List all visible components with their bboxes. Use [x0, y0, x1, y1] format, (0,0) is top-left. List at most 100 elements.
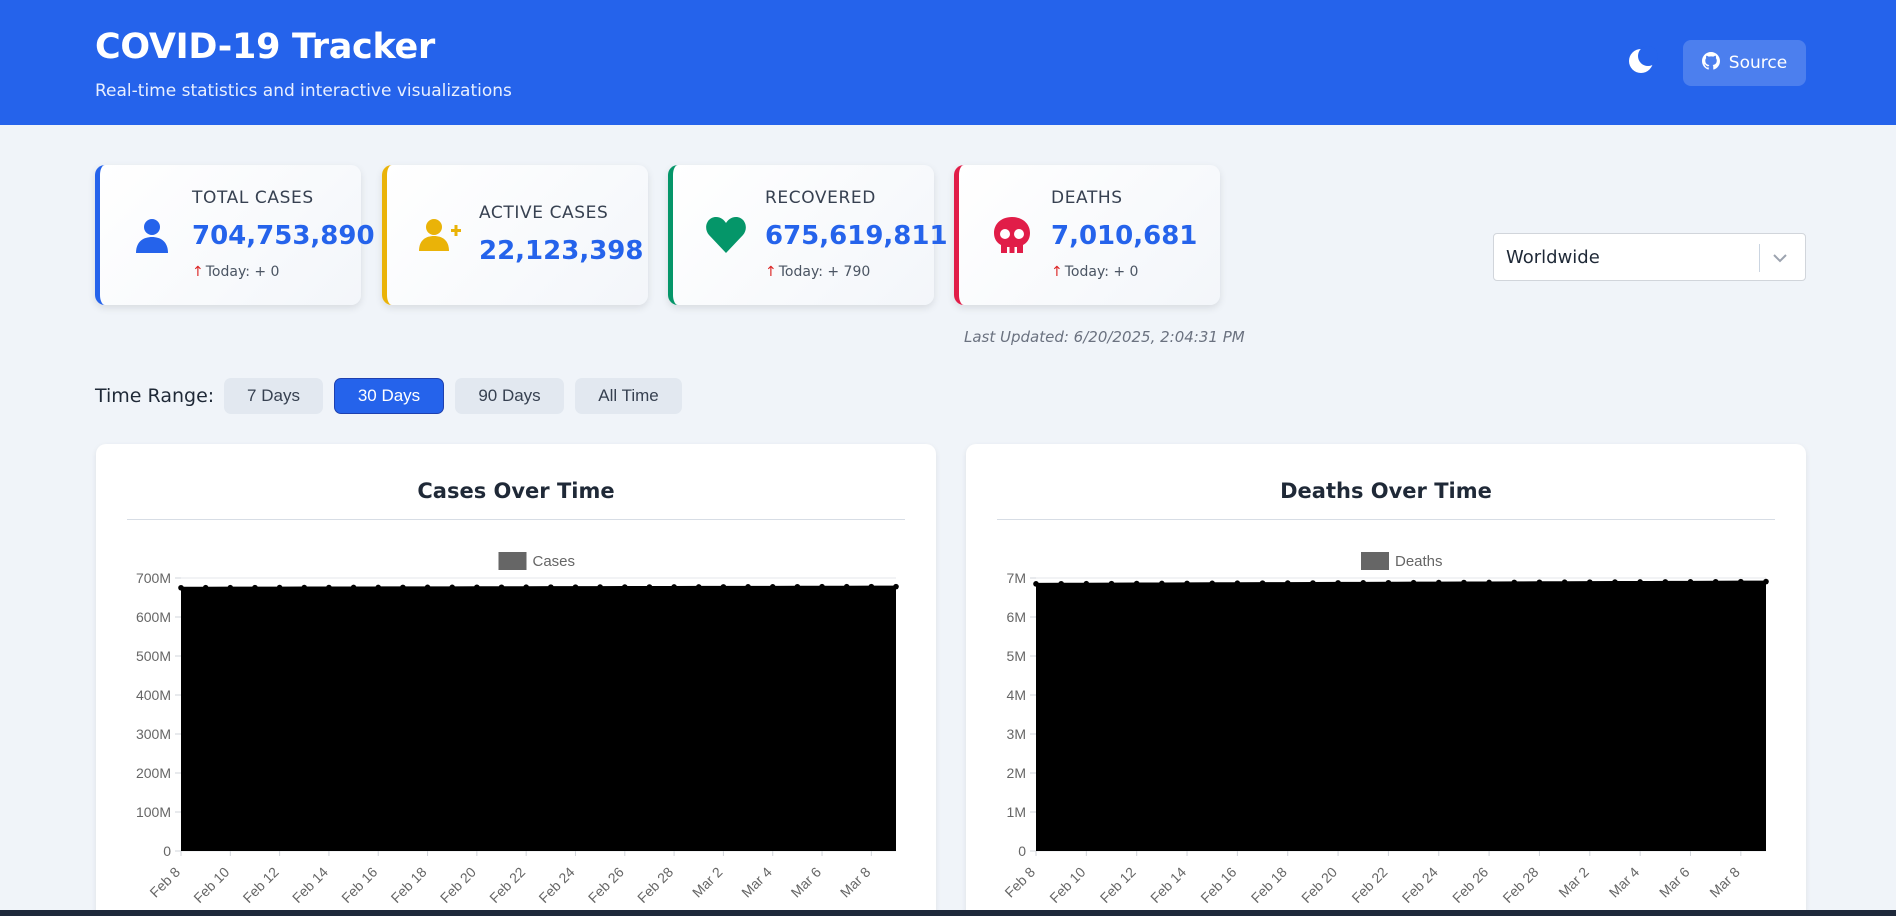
up-arrow-icon: ↑ — [765, 264, 777, 280]
data-point — [1385, 579, 1392, 586]
x-tick-label: Feb 16 — [338, 864, 380, 906]
legend-swatch — [498, 552, 527, 570]
data-point — [769, 584, 776, 590]
legend-label: Deaths — [1395, 553, 1443, 570]
x-tick-label: Mar 2 — [689, 864, 726, 901]
data-point — [449, 584, 456, 591]
data-point — [202, 584, 209, 591]
x-tick-label: Mar 8 — [837, 864, 874, 901]
stat-card-total-cases: TOTAL CASES 704,753,890 ↑ Today: + 0 — [95, 165, 375, 305]
data-point — [548, 584, 554, 590]
data-point — [1763, 578, 1769, 585]
data-point — [597, 584, 603, 590]
data-point — [843, 583, 850, 590]
cases-chart: Cases0100M200M300M400M500M600M700MFeb 8F… — [136, 552, 899, 906]
last-updated: Last Updated: 6/20/2025, 2:04:31 PM — [964, 328, 1245, 346]
data-point — [375, 584, 382, 591]
data-point — [252, 584, 258, 591]
y-tick-label: 0 — [1018, 843, 1026, 859]
data-point — [819, 583, 825, 590]
legend-swatch — [1361, 552, 1389, 570]
legend-label: Cases — [533, 553, 576, 570]
data-point — [1133, 580, 1140, 587]
up-arrow-icon: ↑ — [192, 264, 204, 280]
data-point — [1511, 579, 1518, 586]
x-tick-label: Feb 26 — [1449, 864, 1491, 906]
stat-today: ↑ Today: + 790 — [765, 264, 871, 280]
stat-today: ↑ Today: + 0 — [1051, 264, 1139, 280]
x-tick-label: Mar 6 — [788, 864, 825, 901]
source-label: Source — [1728, 53, 1788, 73]
chevron-down-icon[interactable] — [1770, 248, 1790, 268]
y-tick-label: 300M — [136, 726, 171, 742]
x-tick-label: Feb 14 — [289, 864, 331, 906]
cases-chart-card: Cases Over Time Cases 0 100M 200M 300M 400M 50… — [96, 444, 936, 916]
x-tick-label: Feb 18 — [388, 864, 430, 906]
x-tick-label: Feb 28 — [634, 864, 676, 906]
x-tick-label: Feb 24 — [535, 864, 577, 906]
moon-icon[interactable] — [1624, 44, 1658, 78]
up-arrow-icon: ↑ — [1051, 264, 1063, 280]
x-tick-label: Feb 12 — [240, 864, 282, 906]
data-point — [1486, 579, 1492, 586]
data-point — [1083, 580, 1090, 587]
y-tick-label: 500M — [136, 648, 171, 664]
x-tick-label: Feb 8 — [1001, 864, 1038, 901]
data-point — [1058, 580, 1064, 587]
range-7-days-button[interactable]: 7 Days — [224, 378, 323, 414]
data-point — [474, 584, 480, 591]
data-point — [1536, 579, 1543, 586]
x-tick-label: Mar 8 — [1706, 864, 1743, 901]
x-tick-label: Feb 20 — [1298, 864, 1340, 906]
data-point — [1410, 579, 1417, 586]
y-tick-label: 3M — [1007, 726, 1026, 742]
stat-today: ↑ Today: + 0 — [192, 264, 280, 280]
data-point — [1259, 580, 1266, 586]
y-tick-label: 0 — [163, 843, 171, 859]
y-tick-label: 6M — [1007, 609, 1026, 625]
data-point — [1234, 580, 1241, 587]
y-tick-label: 100M — [136, 804, 171, 820]
app-header: COVID-19 Tracker Real-time statistics an… — [0, 0, 1896, 125]
country-select-value: Worldwide — [1506, 247, 1600, 268]
x-tick-label: Feb 16 — [1197, 864, 1239, 906]
series-area — [181, 586, 896, 851]
data-point — [227, 584, 234, 591]
stat-card-recovered: RECOVERED 675,619,811 ↑ Today: + 790 — [668, 165, 948, 305]
heart-icon — [705, 215, 746, 255]
data-point — [1159, 580, 1165, 587]
source-button[interactable]: Source — [1683, 40, 1806, 86]
country-select[interactable]: Worldwide — [1493, 233, 1806, 281]
data-point — [1335, 580, 1341, 586]
data-point — [326, 584, 332, 591]
deaths-chart: Deaths01M2M3M4M5M6M7MFeb 8 Feb 10 Feb 12 Fe… — [1001, 552, 1769, 906]
stat-label: ACTIVE CASES — [479, 203, 609, 223]
y-tick-label: 600M — [136, 609, 171, 625]
x-tick-label: Feb 10 — [190, 864, 232, 906]
range-90-days-button[interactable]: 90 Days — [455, 378, 564, 414]
data-point — [1461, 579, 1467, 586]
x-tick-label: Mar 4 — [1606, 864, 1643, 901]
user-icon — [132, 215, 172, 255]
data-point — [1738, 578, 1744, 585]
data-point — [1209, 580, 1216, 587]
data-point — [498, 584, 505, 591]
data-point — [671, 584, 677, 590]
range-30-days-button[interactable]: 30 Days — [334, 378, 444, 414]
stat-label: DEATHS — [1051, 188, 1123, 208]
stat-label: RECOVERED — [765, 188, 876, 208]
range-all-time-button[interactable]: All Time — [575, 378, 682, 414]
stat-value: 22,123,398 — [479, 236, 644, 266]
data-point — [1712, 578, 1719, 585]
y-tick-label: 200M — [136, 765, 171, 781]
time-range-label: Time Range: — [95, 385, 215, 407]
app-subtitle: Real-time statistics and interactive vis… — [95, 81, 512, 101]
data-point — [1033, 581, 1039, 587]
data-point — [1184, 580, 1190, 587]
data-point — [868, 583, 875, 590]
x-tick-label: Feb 28 — [1499, 864, 1541, 906]
y-tick-label: 700M — [136, 570, 171, 586]
x-tick-label: Feb 26 — [585, 864, 627, 906]
x-tick-label: Feb 12 — [1097, 864, 1139, 906]
x-tick-label: Feb 22 — [486, 864, 528, 906]
